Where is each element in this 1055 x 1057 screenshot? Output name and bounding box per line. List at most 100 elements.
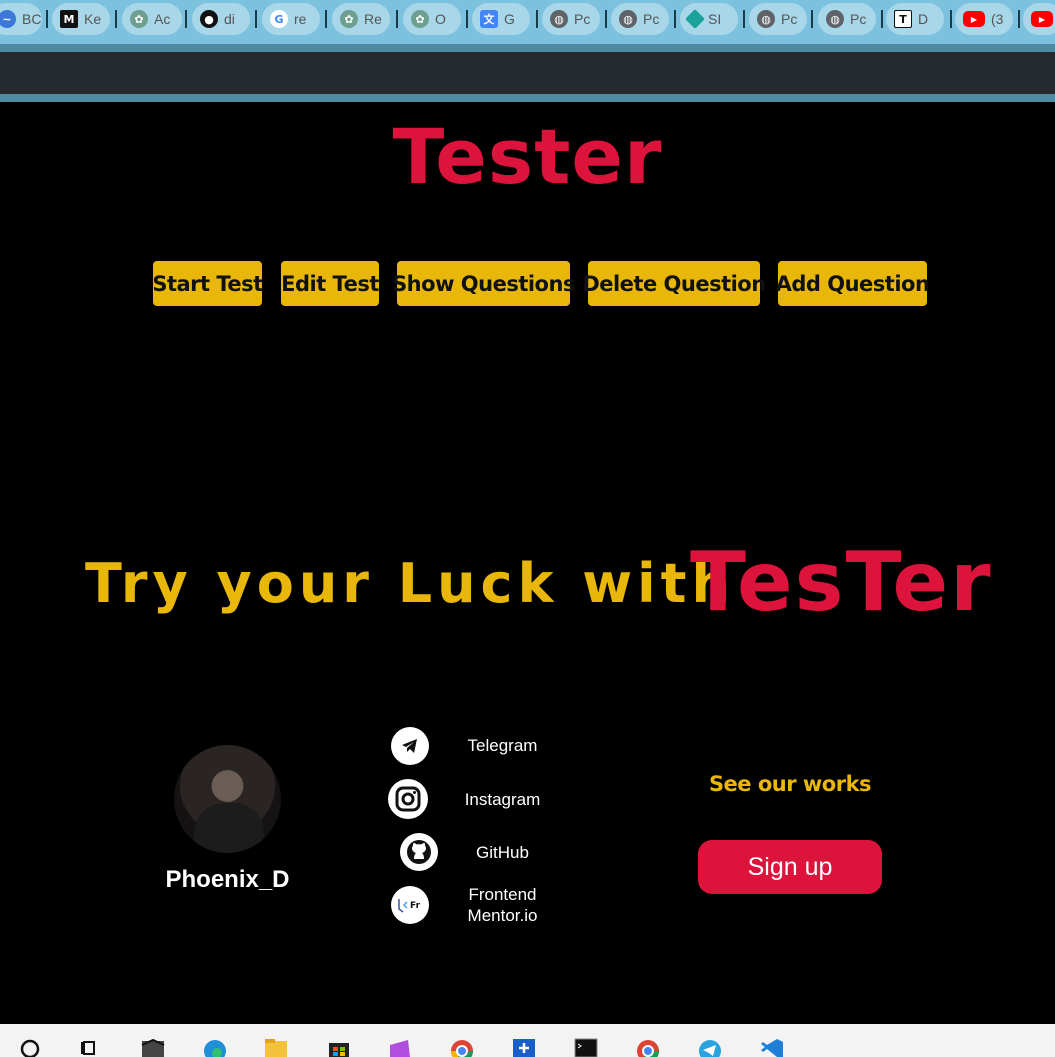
browser-tab[interactable]: ▶ [1023, 3, 1055, 35]
edge-icon[interactable] [203, 1037, 227, 1057]
delete-question-button[interactable]: Delete Question [582, 261, 766, 306]
browser-tab[interactable]: ● di [192, 3, 250, 35]
browser-tab[interactable]: T D [886, 3, 944, 35]
avatar-figure [194, 803, 264, 853]
taskbar [0, 1024, 1055, 1057]
github-link[interactable]: GitHub [445, 842, 560, 863]
telegram-icon[interactable] [391, 727, 429, 765]
tab-separator [396, 10, 398, 28]
tab-title: SI [708, 11, 722, 27]
browser-tab[interactable]: ✿ O [403, 3, 461, 35]
openai-icon: ✿ [130, 10, 148, 28]
chrome-profile-icon[interactable] [636, 1037, 660, 1057]
start-test-button[interactable]: Start Test [152, 261, 263, 306]
svg-text:Fr: Fr [410, 901, 421, 911]
openai-icon: ✿ [340, 10, 358, 28]
tab-separator [1018, 10, 1020, 28]
tab-title: O [435, 11, 446, 27]
browser-tab[interactable]: ~ BC [0, 3, 42, 35]
github-icon[interactable] [400, 833, 438, 871]
globe-icon: ◍ [550, 10, 568, 28]
store-icon[interactable] [327, 1037, 351, 1057]
brand-name: TesTer [690, 535, 993, 630]
browser-tab[interactable]: SI [680, 3, 738, 35]
see-our-works-link[interactable]: See our works [700, 772, 880, 796]
browser-tab[interactable]: 文 G [472, 3, 530, 35]
frontend-mentor-label-line2: Mentor.io [467, 906, 538, 925]
tab-title: di [224, 11, 235, 27]
toolbar-border [0, 94, 1055, 102]
vscode-icon[interactable] [760, 1037, 784, 1057]
youtube-icon: ▶ [963, 11, 985, 27]
tab-separator [536, 10, 538, 28]
instagram-icon[interactable] [388, 779, 428, 819]
sign-up-button[interactable]: Sign up [698, 840, 882, 894]
browser-tab[interactable]: ✿ Re [332, 3, 390, 35]
tab-separator [674, 10, 676, 28]
tab-separator [255, 10, 257, 28]
browser-tab[interactable]: ◍ Pc [542, 3, 600, 35]
tab-separator [185, 10, 187, 28]
task-view-icon[interactable] [78, 1037, 102, 1057]
globe-icon: ◍ [619, 10, 637, 28]
tab-title: Re [364, 11, 382, 27]
tab-title: Pc [781, 11, 798, 27]
google-icon: G [270, 10, 288, 28]
terminal-icon[interactable] [574, 1037, 598, 1057]
tab-separator [466, 10, 468, 28]
page-title: Tester [392, 112, 663, 201]
tab-separator [605, 10, 607, 28]
tab-title: Pc [850, 11, 867, 27]
tab-separator [115, 10, 117, 28]
tab-title: BC [22, 11, 42, 27]
browser-tab-strip: ~ BC M Ke ✿ Ac ● di G re ✿ Re ✿ O 文 G ◍ … [0, 0, 1055, 44]
chrome-icon[interactable] [450, 1037, 474, 1057]
file-explorer-icon[interactable] [264, 1037, 288, 1057]
tab-title: Ac [154, 11, 171, 27]
medium-icon: M [60, 10, 78, 28]
tab-title: Ke [84, 11, 102, 27]
frontend-mentor-link[interactable]: Frontend Mentor.io [445, 884, 560, 926]
show-questions-button[interactable]: Show Questions [392, 261, 575, 306]
mail-icon[interactable] [141, 1037, 165, 1057]
browser-tab[interactable]: M Ke [52, 3, 110, 35]
edit-test-button[interactable]: Edit Test [281, 261, 379, 306]
browser-tab[interactable]: ◍ Pc [611, 3, 669, 35]
tab-separator [811, 10, 813, 28]
avatar [174, 745, 281, 853]
frontend-mentor-icon[interactable]: Fr [391, 886, 429, 924]
wavy-icon: ~ [0, 10, 16, 28]
browser-tab[interactable]: G re [262, 3, 320, 35]
frontend-mentor-label-line1: Frontend [468, 885, 537, 904]
browser-toolbar [0, 52, 1055, 94]
calculator-icon[interactable] [512, 1037, 536, 1057]
tab-separator [325, 10, 327, 28]
browser-tab[interactable]: ◍ Pc [818, 3, 876, 35]
browser-tab[interactable]: ▶ (3 [955, 3, 1013, 35]
add-question-button[interactable]: Add Question [776, 261, 930, 306]
username: Phoenix_D [165, 866, 290, 893]
translate-icon: 文 [480, 10, 498, 28]
openai-icon: ✿ [411, 10, 429, 28]
globe-icon: ◍ [757, 10, 775, 28]
youtube-icon: ▶ [1031, 11, 1053, 27]
tab-strip-border [0, 44, 1055, 52]
tab-separator [743, 10, 745, 28]
tab-separator [46, 10, 48, 28]
diamond-icon [685, 9, 705, 29]
telegram-taskbar-icon[interactable] [698, 1037, 722, 1057]
tagline: Try your Luck with [85, 552, 735, 615]
tab-title: Pc [643, 11, 660, 27]
github-icon: ● [200, 10, 218, 28]
t-icon: T [894, 10, 912, 28]
browser-tab[interactable]: ✿ Ac [122, 3, 182, 35]
tab-title: re [294, 11, 307, 27]
instagram-link[interactable]: Instagram [445, 789, 560, 810]
tab-title: (3 [991, 11, 1004, 27]
browser-tab[interactable]: ◍ Pc [749, 3, 807, 35]
tab-separator [881, 10, 883, 28]
tab-title: Pc [574, 11, 591, 27]
media-icon[interactable] [388, 1037, 412, 1057]
telegram-link[interactable]: Telegram [445, 735, 560, 756]
search-icon[interactable] [18, 1037, 42, 1057]
